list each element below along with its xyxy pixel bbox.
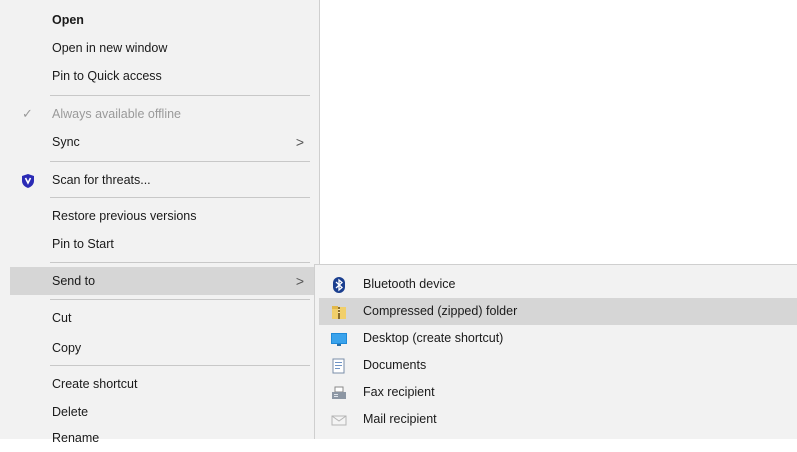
bluetooth-icon: [331, 276, 347, 293]
documents-icon: [331, 357, 347, 374]
send-to-mail[interactable]: Mail recipient: [319, 406, 797, 433]
menu-separator: [50, 197, 310, 198]
submenu-item-label: Compressed (zipped) folder: [363, 304, 518, 318]
menu-item-label: Send to: [52, 274, 96, 288]
send-to-submenu: Bluetooth device Compressed (zipped) fol…: [314, 264, 797, 439]
send-to-compressed-folder[interactable]: Compressed (zipped) folder: [319, 298, 797, 325]
send-to-fax[interactable]: Fax recipient: [319, 379, 797, 406]
menu-item-open[interactable]: Open: [10, 6, 318, 34]
context-menu: Open Open in new window Pin to Quick acc…: [0, 0, 320, 445]
defender-shield-icon: [22, 166, 34, 194]
menu-item-restore-versions[interactable]: Restore previous versions: [10, 202, 318, 230]
menu-item-label: Always available offline: [52, 107, 182, 121]
menu-item-label: Restore previous versions: [52, 209, 197, 223]
checkmark-icon: ✓: [22, 106, 33, 121]
menu-item-label: Open in new window: [52, 41, 168, 55]
menu-separator: [50, 299, 310, 300]
send-to-desktop[interactable]: Desktop (create shortcut): [319, 325, 797, 352]
menu-separator: [50, 161, 310, 162]
menu-item-label: Delete: [52, 405, 89, 419]
submenu-item-label: Documents: [363, 358, 427, 372]
menu-item-copy[interactable]: Copy: [10, 334, 318, 362]
menu-item-create-shortcut[interactable]: Create shortcut: [10, 370, 318, 398]
menu-item-label: Open: [52, 13, 84, 27]
desktop-icon: [331, 330, 347, 346]
fax-icon: [331, 384, 347, 400]
menu-item-cut[interactable]: Cut: [10, 304, 318, 332]
chevron-right-icon: >: [295, 134, 304, 150]
submenu-item-label: Fax recipient: [363, 385, 435, 399]
menu-item-sync[interactable]: Sync >: [10, 128, 318, 156]
menu-separator: [50, 365, 310, 366]
menu-separator: [50, 95, 310, 96]
menu-item-rename[interactable]: Rename: [10, 424, 318, 452]
menu-item-always-offline[interactable]: ✓ Always available offline: [10, 100, 318, 128]
mail-icon: [331, 411, 347, 427]
menu-item-label: Create shortcut: [52, 377, 138, 391]
menu-item-label: Scan for threats...: [52, 173, 151, 187]
menu-item-label: Pin to Quick access: [52, 69, 162, 83]
chevron-right-icon: >: [295, 273, 304, 289]
menu-item-pin-start[interactable]: Pin to Start: [10, 230, 318, 258]
submenu-item-label: Desktop (create shortcut): [363, 331, 504, 345]
menu-item-open-new-window[interactable]: Open in new window: [10, 34, 318, 62]
zip-folder-icon: [331, 303, 347, 319]
menu-item-scan-threats[interactable]: Scan for threats...: [10, 166, 318, 194]
menu-item-pin-quick-access[interactable]: Pin to Quick access: [10, 62, 318, 90]
menu-item-send-to[interactable]: Send to >: [10, 267, 318, 295]
submenu-item-label: Mail recipient: [363, 412, 437, 426]
menu-separator: [50, 262, 310, 263]
send-to-documents[interactable]: Documents: [319, 352, 797, 379]
menu-item-label: Rename: [52, 431, 100, 445]
send-to-bluetooth[interactable]: Bluetooth device: [319, 271, 797, 298]
menu-item-label: Pin to Start: [52, 237, 114, 251]
menu-item-label: Copy: [52, 341, 82, 355]
submenu-item-label: Bluetooth device: [363, 277, 456, 291]
menu-item-label: Sync: [52, 135, 80, 149]
menu-item-delete[interactable]: Delete: [10, 398, 318, 426]
menu-item-label: Cut: [52, 311, 72, 325]
